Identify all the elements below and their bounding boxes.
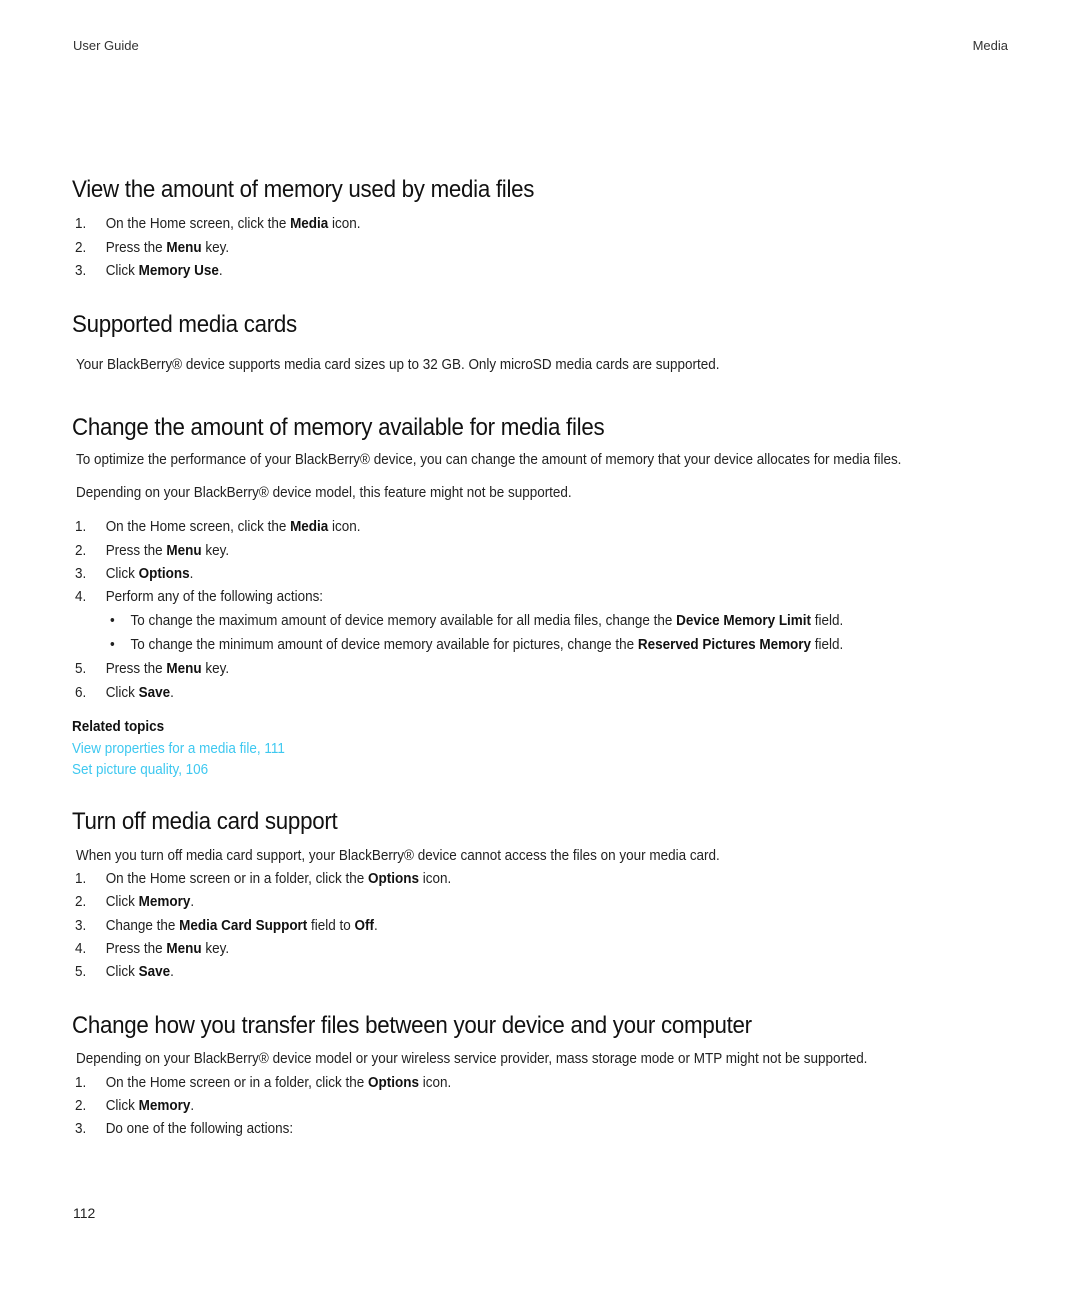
section-title: Supported media cards <box>72 311 297 338</box>
list-item: 5. Press the Menu key. <box>75 661 230 677</box>
bullet-item: • To change the maximum amount of device … <box>110 613 844 629</box>
paragraph: To optimize the performance of your Blac… <box>76 452 902 468</box>
related-link-picture-quality[interactable]: Set picture quality, 106 <box>72 762 208 778</box>
related-topics-label: Related topics <box>72 719 165 735</box>
section-title: View the amount of memory used by media … <box>72 176 535 203</box>
running-header-right: Media <box>972 38 1008 53</box>
list-item: 5. Click Save. <box>75 964 174 980</box>
paragraph: When you turn off media card support, yo… <box>76 848 720 864</box>
list-item: 3. Change the Media Card Support field to… <box>75 918 378 934</box>
page-number: 112 <box>73 1205 96 1221</box>
list-item: 1. On the Home screen, click the Media ic… <box>75 216 361 232</box>
bullet-icon: • <box>110 613 115 629</box>
bullet-icon: • <box>110 637 115 653</box>
section-title: Change how you transfer files between yo… <box>72 1012 752 1039</box>
paragraph: Depending on your BlackBerry® device mod… <box>76 1051 868 1067</box>
paragraph: Your BlackBerry® device supports media c… <box>76 357 720 373</box>
list-item: 3. Click Options. <box>75 566 194 582</box>
section-title: Turn off media card support <box>72 808 338 835</box>
running-header-left: User Guide <box>73 38 139 53</box>
list-item: 3. Do one of the following actions: <box>75 1121 294 1137</box>
list-item: 4. Press the Menu key. <box>75 941 230 957</box>
list-item: 2. Click Memory. <box>75 894 195 910</box>
list-item: 1. On the Home screen or in a folder, cli… <box>75 871 452 887</box>
list-item: 2. Press the Menu key. <box>75 543 230 559</box>
list-item: 2. Press the Menu key. <box>75 240 230 256</box>
paragraph: Depending on your BlackBerry® device mod… <box>76 485 572 501</box>
list-item: 4. Perform any of the following actions: <box>75 589 324 605</box>
list-item: 1. On the Home screen or in a folder, cli… <box>75 1075 452 1091</box>
bullet-item: • To change the minimum amount of device … <box>110 637 844 653</box>
section-title: Change the amount of memory available fo… <box>72 414 605 441</box>
list-item: 3. Click Memory Use. <box>75 263 223 279</box>
list-item: 6. Click Save. <box>75 685 174 701</box>
related-link-view-properties[interactable]: View properties for a media file, 111 <box>72 741 285 757</box>
list-item: 1. On the Home screen, click the Media ic… <box>75 519 361 535</box>
list-item: 2. Click Memory. <box>75 1098 195 1114</box>
